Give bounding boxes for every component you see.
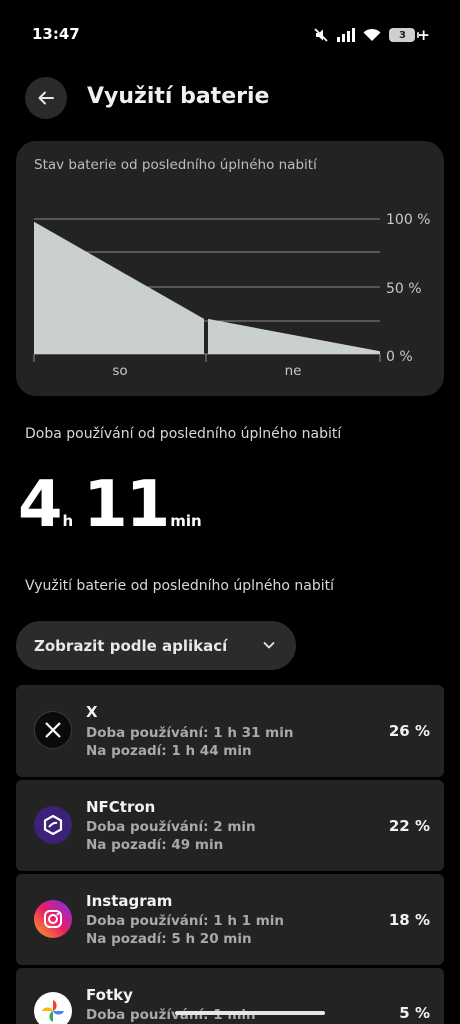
usage-hours-unit: h bbox=[62, 512, 74, 530]
app-battery-percent: 26 % bbox=[388, 722, 430, 740]
chart-y-tick-label: 0 % bbox=[386, 349, 413, 365]
app-name: X bbox=[86, 703, 98, 721]
app-battery-percent: 22 % bbox=[388, 817, 430, 835]
chevron-down-icon bbox=[263, 642, 275, 649]
dropdown-label: Zobrazit podle aplikací bbox=[34, 636, 228, 655]
home-indicator[interactable] bbox=[175, 1011, 325, 1015]
battery-chart: 100 % 50 % 0 % so ne bbox=[33, 212, 430, 379]
app-background-time: Na pozadí: 1 h 44 min bbox=[86, 743, 252, 759]
view-by-dropdown[interactable]: Zobrazit podle aplikací bbox=[16, 621, 296, 670]
chart-x-label: ne bbox=[285, 363, 302, 379]
instagram-app-icon bbox=[34, 900, 72, 938]
chart-x-label: so bbox=[112, 363, 127, 379]
list-item-fotky[interactable]: Fotky Doba používání: 1 min 5 % bbox=[16, 968, 444, 1024]
usage-time-value: 4 h 11 min bbox=[18, 468, 212, 542]
usage-minutes-unit: min bbox=[170, 512, 202, 530]
photos-app-icon bbox=[34, 992, 72, 1024]
usage-hours: 4 bbox=[18, 468, 63, 542]
list-item-nfctron[interactable]: NFCtron Doba používání: 2 min Na pozadí:… bbox=[16, 780, 444, 871]
app-screen-time: Doba používání: 2 min bbox=[86, 819, 256, 835]
app-name: Instagram bbox=[86, 892, 173, 910]
x-app-icon bbox=[34, 711, 72, 749]
nfctron-app-icon bbox=[34, 806, 72, 844]
app-battery-percent: 5 % bbox=[399, 1004, 430, 1022]
app-background-time: Na pozadí: 5 h 20 min bbox=[86, 931, 252, 947]
app-screen-time: Doba používání: 1 h 1 min bbox=[86, 913, 285, 929]
usage-time-label: Doba používání od posledního úplného nab… bbox=[25, 426, 342, 442]
list-item-x[interactable]: X Doba používání: 1 h 31 min Na pozadí: … bbox=[16, 685, 444, 777]
app-battery-percent: 18 % bbox=[388, 911, 430, 929]
app-screen-time: Doba používání: 1 min bbox=[86, 1007, 256, 1023]
chart-y-tick-label: 100 % bbox=[386, 212, 430, 228]
chart-y-tick-label: 50 % bbox=[386, 281, 422, 297]
app-name: NFCtron bbox=[86, 798, 156, 816]
app-screen-time: Doba používání: 1 h 31 min bbox=[86, 725, 294, 741]
chart-area-segment bbox=[34, 221, 204, 354]
app-name: Fotky bbox=[86, 986, 133, 1004]
chart-area-segment bbox=[208, 318, 380, 354]
app-background-time: Na pozadí: 49 min bbox=[86, 837, 224, 853]
list-item-instagram[interactable]: Instagram Doba používání: 1 h 1 min Na p… bbox=[16, 874, 444, 965]
usage-minutes: 11 bbox=[83, 468, 170, 542]
app-usage-section-label: Využití baterie od posledního úplného na… bbox=[25, 578, 335, 594]
